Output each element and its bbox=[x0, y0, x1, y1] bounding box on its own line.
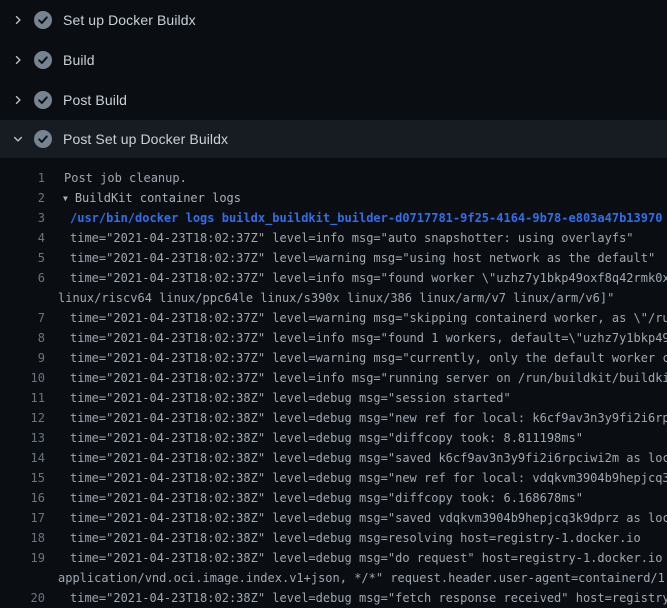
log-text: time="2021-04-23T18:02:37Z" level=info m… bbox=[45, 231, 634, 245]
line-number[interactable]: 1 bbox=[0, 171, 45, 185]
log-text: time="2021-04-23T18:02:38Z" level=debug … bbox=[45, 531, 641, 545]
log-line: 12time="2021-04-23T18:02:38Z" level=debu… bbox=[0, 408, 667, 428]
line-number[interactable]: 6 bbox=[0, 271, 45, 285]
check-circle-icon bbox=[34, 11, 52, 29]
log-line: 15time="2021-04-23T18:02:38Z" level=debu… bbox=[0, 468, 667, 488]
log-line: 11time="2021-04-23T18:02:38Z" level=debu… bbox=[0, 388, 667, 408]
step-header-set-up-docker-buildx[interactable]: Set up Docker Buildx bbox=[0, 0, 667, 40]
chevron-down-icon bbox=[12, 131, 24, 147]
log-line: 10time="2021-04-23T18:02:37Z" level=info… bbox=[0, 368, 667, 388]
log-line: 8time="2021-04-23T18:02:37Z" level=info … bbox=[0, 328, 667, 348]
line-number[interactable]: 4 bbox=[0, 231, 45, 245]
log-line: 14time="2021-04-23T18:02:38Z" level=debu… bbox=[0, 448, 667, 468]
log-text: time="2021-04-23T18:02:38Z" level=debug … bbox=[45, 551, 667, 565]
step-header-post-set-up-docker-buildx[interactable]: Post Set up Docker Buildx bbox=[0, 120, 667, 158]
check-circle-icon bbox=[34, 51, 52, 69]
step-header-post-build[interactable]: Post Build bbox=[0, 80, 667, 120]
log-line: 7time="2021-04-23T18:02:37Z" level=warni… bbox=[0, 308, 667, 328]
log-line: 16time="2021-04-23T18:02:38Z" level=debu… bbox=[0, 488, 667, 508]
step-label: Build bbox=[63, 52, 95, 68]
log-text: time="2021-04-23T18:02:38Z" level=debug … bbox=[45, 591, 667, 605]
step-label: Post Set up Docker Buildx bbox=[63, 131, 228, 147]
step-label: Set up Docker Buildx bbox=[63, 12, 196, 28]
line-number[interactable]: 3 bbox=[0, 211, 45, 225]
log-text: time="2021-04-23T18:02:37Z" level=info m… bbox=[45, 331, 667, 345]
log-viewer: 1Post job cleanup.2▼BuildKit container l… bbox=[0, 158, 667, 608]
log-text: time="2021-04-23T18:02:38Z" level=debug … bbox=[45, 451, 667, 465]
line-number[interactable]: 20 bbox=[0, 591, 45, 605]
log-line: linux/riscv64 linux/ppc64le linux/s390x … bbox=[0, 288, 667, 308]
line-number[interactable]: 5 bbox=[0, 251, 45, 265]
line-number[interactable]: 14 bbox=[0, 451, 45, 465]
chevron-right-icon bbox=[12, 52, 24, 68]
log-line: 13time="2021-04-23T18:02:38Z" level=debu… bbox=[0, 428, 667, 448]
log-text: time="2021-04-23T18:02:37Z" level=warnin… bbox=[45, 311, 667, 325]
log-line: 9time="2021-04-23T18:02:37Z" level=warni… bbox=[0, 348, 667, 368]
log-line: 19time="2021-04-23T18:02:38Z" level=debu… bbox=[0, 548, 667, 568]
log-text: time="2021-04-23T18:02:37Z" level=info m… bbox=[45, 371, 667, 385]
log-line: 3/usr/bin/docker logs buildx_buildkit_bu… bbox=[0, 208, 667, 228]
log-text: application/vnd.oci.image.index.v1+json,… bbox=[45, 571, 667, 585]
line-number[interactable]: 15 bbox=[0, 471, 45, 485]
line-number[interactable]: 7 bbox=[0, 311, 45, 325]
line-number[interactable]: 9 bbox=[0, 351, 45, 365]
chevron-right-icon bbox=[12, 12, 24, 28]
line-number[interactable]: 13 bbox=[0, 431, 45, 445]
log-line: 1Post job cleanup. bbox=[0, 168, 667, 188]
log-line: 18time="2021-04-23T18:02:38Z" level=debu… bbox=[0, 528, 667, 548]
log-line: 6time="2021-04-23T18:02:37Z" level=info … bbox=[0, 268, 667, 288]
check-circle-icon bbox=[34, 130, 52, 148]
log-command-text: /usr/bin/docker logs buildx_buildkit_bui… bbox=[45, 211, 662, 225]
line-number[interactable]: 17 bbox=[0, 511, 45, 525]
steps-section: Set up Docker Buildx Build Post Build Post … bbox=[0, 0, 667, 158]
check-circle-icon bbox=[34, 91, 52, 109]
log-line: 2 ▼ BuildKit container logs bbox=[0, 188, 667, 208]
line-number[interactable]: 12 bbox=[0, 411, 45, 425]
line-number[interactable]: 19 bbox=[0, 551, 45, 565]
log-text: time="2021-04-23T18:02:37Z" level=warnin… bbox=[45, 351, 667, 365]
log-text: Post job cleanup. bbox=[45, 171, 187, 185]
log-text: time="2021-04-23T18:02:38Z" level=debug … bbox=[45, 471, 667, 485]
group-collapse-icon[interactable]: ▼ bbox=[63, 194, 68, 203]
log-text: time="2021-04-23T18:02:38Z" level=debug … bbox=[45, 491, 583, 505]
log-line: 5time="2021-04-23T18:02:37Z" level=warni… bbox=[0, 248, 667, 268]
line-number[interactable]: 10 bbox=[0, 371, 45, 385]
log-text: time="2021-04-23T18:02:37Z" level=info m… bbox=[45, 271, 667, 285]
log-text: time="2021-04-23T18:02:38Z" level=debug … bbox=[45, 391, 511, 405]
line-number[interactable]: 2 bbox=[0, 191, 45, 205]
log-text: time="2021-04-23T18:02:38Z" level=debug … bbox=[45, 511, 667, 525]
chevron-right-icon bbox=[12, 92, 24, 108]
line-number[interactable]: 16 bbox=[0, 491, 45, 505]
log-group-title: BuildKit container logs bbox=[75, 191, 241, 205]
log-text: time="2021-04-23T18:02:38Z" level=debug … bbox=[45, 411, 667, 425]
step-header-build[interactable]: Build bbox=[0, 40, 667, 80]
log-text: time="2021-04-23T18:02:37Z" level=warnin… bbox=[45, 251, 655, 265]
log-line: 20time="2021-04-23T18:02:38Z" level=debu… bbox=[0, 588, 667, 608]
log-line: 17time="2021-04-23T18:02:38Z" level=debu… bbox=[0, 508, 667, 528]
log-text: time="2021-04-23T18:02:38Z" level=debug … bbox=[45, 431, 583, 445]
log-line: 4time="2021-04-23T18:02:37Z" level=info … bbox=[0, 228, 667, 248]
line-number[interactable]: 8 bbox=[0, 331, 45, 345]
log-line: application/vnd.oci.image.index.v1+json,… bbox=[0, 568, 667, 588]
line-number[interactable]: 18 bbox=[0, 531, 45, 545]
step-label: Post Build bbox=[63, 92, 127, 108]
line-number[interactable]: 11 bbox=[0, 391, 45, 405]
log-text: linux/riscv64 linux/ppc64le linux/s390x … bbox=[45, 291, 614, 305]
